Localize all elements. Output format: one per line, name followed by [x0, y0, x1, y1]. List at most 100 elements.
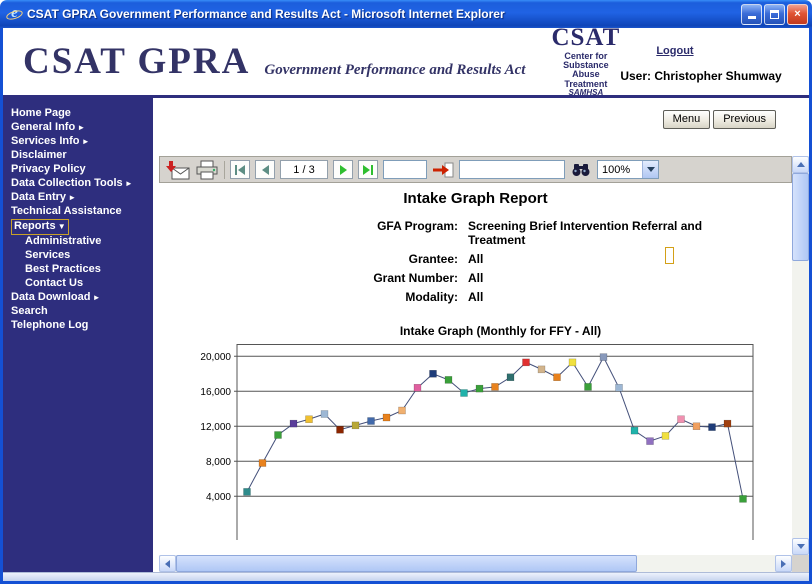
csat-logo-title: CSAT — [551, 25, 620, 51]
sidebar-item-label[interactable]: Home Page — [11, 107, 71, 119]
horizontal-scroll-thumb[interactable] — [176, 555, 637, 572]
content-top-strip: Menu Previous — [153, 98, 809, 156]
sidebar-item-services[interactable]: Services — [11, 249, 153, 263]
field-value: All — [468, 271, 738, 285]
first-page-button[interactable] — [230, 160, 250, 179]
sidebar-item-label[interactable]: Services — [25, 249, 70, 261]
binoculars-icon — [570, 162, 592, 178]
sidebar-item-label[interactable]: Contact Us — [25, 277, 83, 289]
sidebar-item-services-info[interactable]: Services Info ► — [11, 135, 153, 149]
maximize-icon — [770, 10, 779, 19]
export-icon — [166, 160, 190, 180]
horizontal-scrollbar[interactable] — [159, 555, 792, 572]
sidebar-item-privacy-policy[interactable]: Privacy Policy — [11, 163, 153, 177]
brand-title: CSAT GPRA — [23, 40, 250, 83]
last-page-icon — [371, 165, 373, 175]
minimize-button[interactable] — [741, 4, 762, 25]
goto-icon — [432, 162, 454, 178]
vertical-scroll-thumb[interactable] — [792, 173, 809, 261]
chevron-right-icon: ► — [75, 123, 85, 132]
find-button[interactable] — [570, 159, 592, 180]
sidebar-item-contact-us[interactable]: Contact Us — [11, 277, 153, 291]
chevron-right-icon: ► — [66, 193, 76, 202]
title-bar[interactable]: e CSAT GPRA Government Performance and R… — [0, 0, 812, 28]
maximize-button[interactable] — [764, 4, 785, 25]
sidebar-item-telephone-log[interactable]: Telephone Log — [11, 319, 153, 333]
goto-page-button[interactable] — [432, 159, 454, 180]
scroll-down-button[interactable] — [792, 538, 809, 555]
minimize-icon — [748, 11, 756, 19]
logout-link[interactable]: Logout — [656, 45, 693, 57]
sidebar-item-home-page[interactable]: Home Page — [11, 107, 153, 121]
brand-subtitle: Government Performance and Results Act — [264, 62, 525, 79]
zoom-select[interactable]: 100% — [597, 160, 659, 179]
sidebar-item-label[interactable]: Search — [11, 305, 48, 317]
sidebar-item-data-entry[interactable]: Data Entry ► — [11, 191, 153, 205]
last-page-button[interactable] — [358, 160, 378, 179]
chart-title: Intake Graph (Monthly for FFY - All) — [237, 324, 764, 338]
zoom-value: 100% — [598, 164, 642, 176]
sidebar-item-search[interactable]: Search — [11, 305, 153, 319]
close-button[interactable]: × — [787, 4, 808, 25]
horizontal-scroll-track[interactable] — [176, 555, 775, 572]
sidebar-nav: Home PageGeneral Info ►Services Info ►Di… — [3, 98, 153, 572]
sidebar-item-label[interactable]: Privacy Policy — [11, 163, 86, 175]
scroll-right-button[interactable] — [775, 555, 792, 572]
vertical-scroll-track[interactable] — [792, 173, 809, 538]
menu-button[interactable]: Menu — [663, 110, 711, 129]
print-button[interactable] — [195, 159, 219, 180]
page-indicator: 1 / 3 — [280, 160, 328, 179]
sidebar-item-label[interactable]: Telephone Log — [11, 319, 88, 331]
content-area: Menu Previous — [153, 98, 809, 572]
sidebar-item-technical-assistance[interactable]: Technical Assistance — [11, 205, 153, 219]
svg-text:4,000: 4,000 — [206, 492, 231, 503]
intake-chart: 20,00016,00012,0008,0004,000 — [189, 344, 764, 540]
page-header: CSAT GPRA Government Performance and Res… — [3, 28, 809, 98]
next-page-icon — [340, 165, 347, 175]
svg-text:8,000: 8,000 — [206, 457, 231, 468]
sidebar-item-administrative[interactable]: Administrative — [11, 235, 153, 249]
sidebar-item-label[interactable]: Data Entry — [11, 191, 66, 203]
report-toolbar: 1 / 3 — [159, 156, 792, 183]
next-page-button[interactable] — [333, 160, 353, 179]
previous-button[interactable]: Previous — [713, 110, 776, 129]
scroll-left-button[interactable] — [159, 555, 176, 572]
sidebar-item-label[interactable]: Administrative — [25, 235, 101, 247]
window-frame: CSAT GPRA Government Performance and Res… — [0, 28, 812, 584]
find-text-input[interactable] — [459, 160, 565, 179]
chevron-down-icon: ▼ — [56, 222, 66, 231]
sidebar-item-reports[interactable]: Reports ▼ — [11, 219, 153, 235]
sidebar-item-label[interactable]: Best Practices — [25, 263, 101, 275]
internet-explorer-icon: e — [6, 6, 23, 23]
sidebar-item-label[interactable]: Disclaimer — [11, 149, 67, 161]
sidebar-item-general-info[interactable]: General Info ► — [11, 121, 153, 135]
vertical-scrollbar[interactable] — [792, 156, 809, 555]
sidebar-item-best-practices[interactable]: Best Practices — [11, 263, 153, 277]
placeholder-artifact — [665, 247, 674, 264]
window-bottom-frame — [3, 572, 809, 581]
sidebar-item-data-download[interactable]: Data Download ► — [11, 291, 153, 305]
export-button[interactable] — [166, 159, 190, 180]
sidebar-item-label[interactable]: Data Download — [11, 291, 90, 303]
sidebar-item-label[interactable]: Services Info — [11, 135, 79, 147]
previous-page-button[interactable] — [255, 160, 275, 179]
sidebar-item-label[interactable]: Data Collection Tools — [11, 177, 123, 189]
report-page: Intake Graph Report GFA Program:Screenin… — [159, 183, 792, 555]
close-icon: × — [794, 5, 800, 23]
scrollbar-corner — [792, 555, 809, 572]
sidebar-item-label[interactable]: Reports — [14, 220, 56, 232]
sidebar-item-label[interactable]: Technical Assistance — [11, 205, 122, 217]
print-icon — [195, 160, 219, 180]
field-value: Screening Brief Intervention Referral an… — [468, 219, 738, 247]
field-label: Modality: — [159, 290, 458, 304]
csat-logo-line3: Abuse Treatment — [551, 70, 620, 89]
chart-wrap: 20,00016,00012,0008,0004,000 — [189, 344, 792, 545]
scroll-up-button[interactable] — [792, 156, 809, 173]
sidebar-item-disclaimer[interactable]: Disclaimer — [11, 149, 153, 163]
sidebar-item-label[interactable]: General Info — [11, 121, 75, 133]
goto-page-input[interactable] — [383, 160, 427, 179]
zoom-dropdown-icon[interactable] — [642, 161, 658, 178]
sidebar-item-data-collection-tools[interactable]: Data Collection Tools ► — [11, 177, 153, 191]
body-row: Home PageGeneral Info ►Services Info ►Di… — [3, 98, 809, 572]
report-fields: GFA Program:Screening Brief Intervention… — [159, 219, 792, 304]
